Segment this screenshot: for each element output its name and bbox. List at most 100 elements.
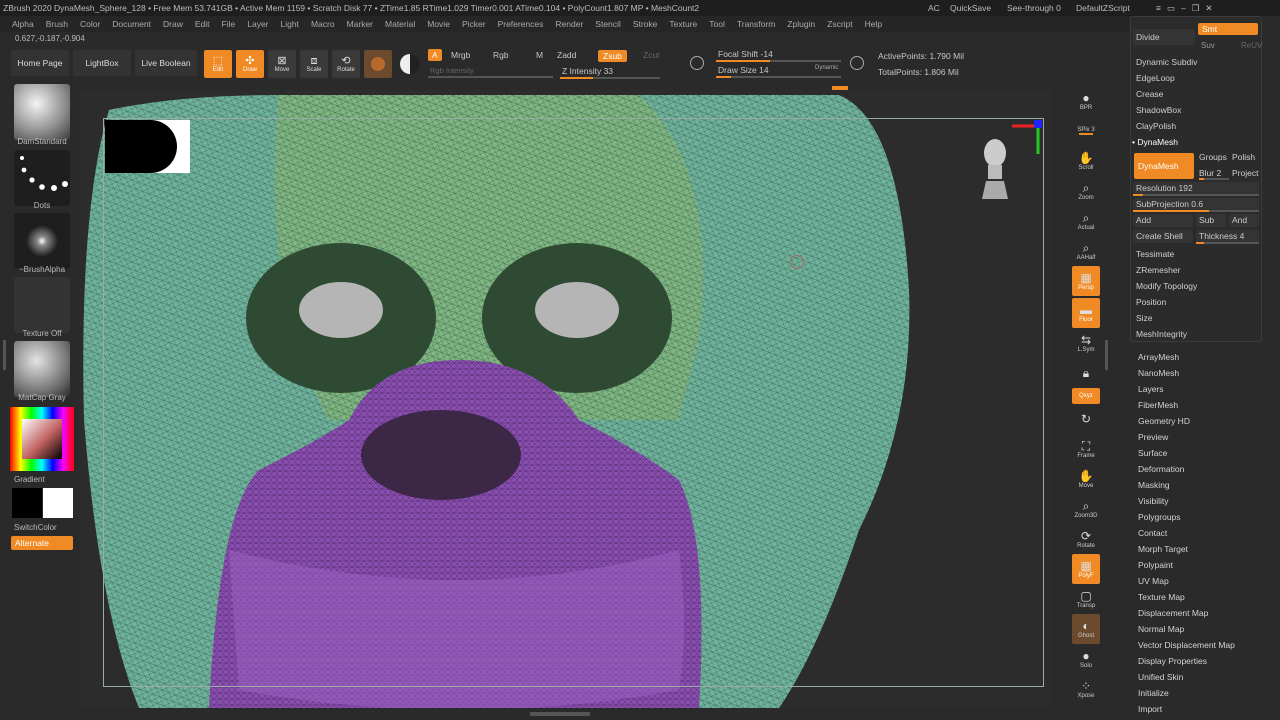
- tool-menu-uv-map[interactable]: UV Map: [1138, 576, 1169, 586]
- tool-menu-initialize[interactable]: Initialize: [1138, 688, 1169, 698]
- tool-menu-texture-map[interactable]: Texture Map: [1138, 592, 1185, 602]
- menu-document[interactable]: Document: [112, 19, 151, 29]
- menu-stroke[interactable]: Stroke: [633, 19, 658, 29]
- dynamesh-header[interactable]: • DynaMesh: [1132, 137, 1178, 147]
- rgb-intensity-slider[interactable]: Rgb Intensity: [430, 66, 474, 75]
- tool-menu-polypaint[interactable]: Polypaint: [1138, 560, 1173, 570]
- axis-gizmo[interactable]: [1008, 118, 1044, 158]
- and-button[interactable]: And: [1229, 214, 1259, 227]
- edgeloop-menu[interactable]: EdgeLoop: [1136, 73, 1175, 83]
- persp-button[interactable]: ▦ Persp: [1072, 266, 1100, 296]
- menu-preferences[interactable]: Preferences: [498, 19, 544, 29]
- menu-light[interactable]: Light: [281, 19, 299, 29]
- draw-size-track[interactable]: [716, 76, 841, 78]
- tool-menu-normal-map[interactable]: Normal Map: [1138, 624, 1184, 634]
- polyframe-button[interactable]: ▦ PolyF: [1072, 554, 1100, 584]
- shadowbox-menu[interactable]: ShadowBox: [1136, 105, 1181, 115]
- alternate-button[interactable]: Alternate: [11, 536, 73, 550]
- gradient-label[interactable]: Gradient: [14, 475, 45, 484]
- menu-icon[interactable]: ≡: [1156, 3, 1167, 13]
- tool-menu-masking[interactable]: Masking: [1138, 480, 1170, 490]
- texture-thumbnail[interactable]: [14, 277, 70, 333]
- divide-button[interactable]: Divide: [1133, 29, 1195, 45]
- menu-zscript[interactable]: Zscript: [827, 19, 853, 29]
- draw-button[interactable]: ✣ Draw: [236, 50, 264, 78]
- scale-button[interactable]: ⧈ Scale: [300, 50, 328, 78]
- menu-zplugin[interactable]: Zplugin: [787, 19, 815, 29]
- aahalf-button[interactable]: ⌕ AAHalf: [1072, 236, 1100, 266]
- reuv-toggle[interactable]: ReUV: [1241, 41, 1262, 50]
- tool-menu-display-properties[interactable]: Display Properties: [1138, 656, 1207, 666]
- zremesher-menu[interactable]: ZRemesher: [1136, 265, 1180, 275]
- move-view-button[interactable]: ✋ Move: [1072, 464, 1100, 494]
- tool-menu-visibility[interactable]: Visibility: [1138, 496, 1169, 506]
- alpha-thumbnail[interactable]: [14, 213, 70, 269]
- home-page-button[interactable]: Home Page: [11, 50, 69, 76]
- menu-macro[interactable]: Macro: [311, 19, 335, 29]
- main-color-swatch[interactable]: [12, 488, 42, 518]
- menu-transform[interactable]: Transform: [737, 19, 775, 29]
- suv-toggle[interactable]: Suv: [1201, 41, 1215, 50]
- mrgb-button[interactable]: Mrgb: [451, 50, 470, 60]
- menu-draw[interactable]: Draw: [163, 19, 183, 29]
- floor-button[interactable]: ▬ Floor: [1072, 298, 1100, 328]
- quicksave-button[interactable]: QuickSave: [950, 0, 991, 16]
- lock-button[interactable]: 🔒︎: [1072, 358, 1100, 388]
- menu-movie[interactable]: Movie: [427, 19, 450, 29]
- menu-file[interactable]: File: [222, 19, 236, 29]
- color-picker[interactable]: [10, 407, 74, 471]
- polish-toggle[interactable]: Polish: [1232, 152, 1255, 162]
- tool-menu-vector-displacement-map[interactable]: Vector Displacement Map: [1138, 640, 1235, 650]
- focal-shift-track[interactable]: [716, 60, 841, 62]
- modify-topology-menu[interactable]: Modify Topology: [1136, 281, 1197, 291]
- bpr-button[interactable]: ● BPR: [1072, 86, 1100, 116]
- zcut-button[interactable]: Zcut: [643, 50, 660, 60]
- rotate-button[interactable]: ⟲ Rotate: [332, 50, 360, 78]
- solo-button[interactable]: ● Solo: [1072, 644, 1100, 674]
- zoom3d-button[interactable]: ⌕ Zoom3D: [1072, 494, 1100, 524]
- bottom-tray-handle[interactable]: [530, 712, 590, 716]
- menu-marker[interactable]: Marker: [347, 19, 373, 29]
- tool-menu-fibermesh[interactable]: FiberMesh: [1138, 400, 1178, 410]
- tool-menu-contact[interactable]: Contact: [1138, 528, 1167, 538]
- actual-button[interactable]: ⌕ Actual: [1072, 206, 1100, 236]
- close-icon[interactable]: ✕: [1205, 3, 1218, 14]
- z-intensity-slider[interactable]: Z Intensity 33: [562, 66, 613, 76]
- project-toggle[interactable]: Project: [1232, 168, 1258, 178]
- menu-stencil[interactable]: Stencil: [595, 19, 621, 29]
- move-button[interactable]: ⊠ Move: [268, 50, 296, 78]
- tool-menu-nanomesh[interactable]: NanoMesh: [1138, 368, 1179, 378]
- menu-alpha[interactable]: Alpha: [12, 19, 34, 29]
- xpose-button[interactable]: ⁘ Xpose: [1072, 674, 1100, 704]
- create-shell-button[interactable]: Create Shell: [1133, 230, 1193, 243]
- navigation-thumbnail[interactable]: [105, 120, 190, 173]
- menu-help[interactable]: Help: [865, 19, 882, 29]
- draw-size-slider[interactable]: Draw Size 14: [718, 65, 769, 75]
- crease-menu[interactable]: Crease: [1136, 89, 1163, 99]
- focal-shift-slider[interactable]: Focal Shift -14: [718, 49, 773, 59]
- add-button[interactable]: Add: [1133, 214, 1193, 227]
- layout-icon[interactable]: ▭: [1167, 3, 1181, 14]
- groups-toggle[interactable]: Groups: [1199, 152, 1227, 162]
- z-intensity-track[interactable]: [560, 77, 660, 79]
- switchcolor-button[interactable]: SwitchColor: [14, 523, 57, 532]
- tool-menu-geometry-hd[interactable]: Geometry HD: [1138, 416, 1190, 426]
- zoom-button[interactable]: ⌕ Zoom: [1072, 176, 1100, 206]
- dynamic-subdiv-menu[interactable]: Dynamic Subdiv: [1136, 57, 1197, 67]
- tool-menu-morph-target[interactable]: Morph Target: [1138, 544, 1188, 554]
- live-boolean-button[interactable]: Live Boolean: [135, 50, 197, 76]
- lsym-button[interactable]: ⇆ L.Sym: [1072, 328, 1100, 358]
- thickness-track[interactable]: [1196, 242, 1259, 244]
- menu-render[interactable]: Render: [555, 19, 583, 29]
- smt-toggle[interactable]: Smt: [1198, 23, 1258, 35]
- dynamesh-button[interactable]: DynaMesh: [1134, 153, 1194, 179]
- meshintegrity-menu[interactable]: MeshIntegrity: [1136, 329, 1187, 339]
- restore-icon[interactable]: ❐: [1192, 3, 1206, 14]
- lightbox-button[interactable]: LightBox: [73, 50, 131, 76]
- menu-material[interactable]: Material: [385, 19, 415, 29]
- ghost-button[interactable]: ◐ Ghost: [1072, 614, 1100, 644]
- menu-texture[interactable]: Texture: [669, 19, 697, 29]
- blur-slider[interactable]: Blur 2: [1199, 168, 1221, 178]
- left-tray-handle[interactable]: [3, 340, 6, 370]
- m-button[interactable]: M: [536, 50, 543, 60]
